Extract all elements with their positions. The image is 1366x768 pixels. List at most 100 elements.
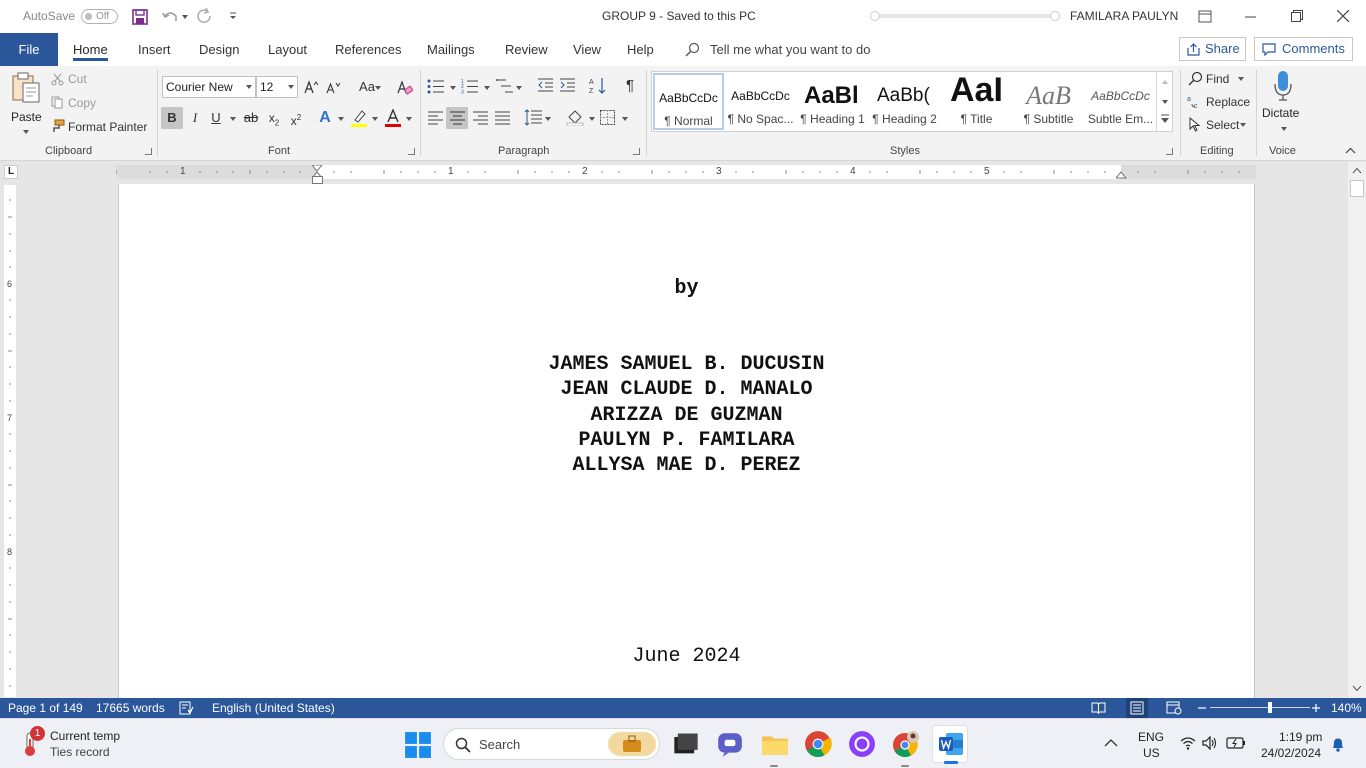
right-indent-marker[interactable]	[1116, 171, 1127, 179]
style-heading-1[interactable]: AaBl ¶ Heading 1	[797, 73, 868, 130]
styles-launcher-icon[interactable]	[1166, 148, 1173, 155]
share-button[interactable]: Share	[1179, 37, 1246, 61]
vertical-scrollbar[interactable]	[1348, 162, 1366, 698]
align-right-icon[interactable]	[473, 111, 488, 125]
zoom-slider[interactable]	[1210, 707, 1310, 708]
file-explorer-icon[interactable]	[761, 730, 789, 758]
scroll-up-icon[interactable]	[1352, 167, 1362, 174]
style-normal[interactable]: AaBbCcDc ¶ Normal	[653, 73, 724, 130]
underline-dropdown-icon[interactable]	[230, 117, 236, 121]
tab-view[interactable]: View	[573, 33, 601, 66]
page-count[interactable]: Page 1 of 149	[8, 701, 83, 715]
font-color-button[interactable]	[382, 107, 404, 129]
style-heading-2[interactable]: AaBb(¶ Heading 2	[869, 73, 940, 130]
zoom-in-icon[interactable]	[1311, 701, 1321, 715]
user-name[interactable]: FAMILARA PAULYN	[1070, 9, 1178, 23]
scroll-thumb[interactable]	[1350, 180, 1364, 197]
task-view-icon[interactable]	[672, 730, 700, 758]
style-subtle-emphasis[interactable]: AaBbCcDc Subtle Em...	[1085, 73, 1156, 130]
strikethrough-button[interactable]: ab	[240, 107, 262, 129]
cut-button[interactable]: Cut	[68, 72, 87, 86]
horizontal-ruler[interactable]: 1 1 2 3 4 5	[116, 165, 1256, 179]
language-indicator[interactable]: ENG US	[1132, 728, 1168, 760]
redo-icon[interactable]	[195, 7, 214, 26]
subscript-button[interactable]: x2	[263, 107, 285, 129]
word-count[interactable]: 17665 words	[96, 701, 165, 715]
grow-font-button[interactable]	[300, 76, 322, 98]
tab-help[interactable]: Help	[627, 33, 654, 66]
tab-file[interactable]: File	[0, 33, 58, 66]
decrease-indent-icon[interactable]	[537, 78, 554, 93]
tab-layout[interactable]: Layout	[268, 33, 307, 66]
tab-mailings[interactable]: Mailings	[427, 33, 475, 66]
undo-icon[interactable]	[161, 8, 179, 26]
change-case-button[interactable]: Aa	[352, 76, 382, 98]
paste-button[interactable]: Paste	[6, 70, 44, 138]
notification-bell-icon[interactable]	[1331, 737, 1345, 752]
language-status[interactable]: English (United States)	[212, 701, 335, 715]
minimize-button[interactable]	[1228, 0, 1274, 33]
battery-icon[interactable]	[1226, 737, 1246, 749]
left-indent-marker[interactable]	[312, 176, 323, 184]
chrome-icon[interactable]	[804, 730, 832, 758]
autosave-toggle[interactable]: Off	[81, 9, 118, 24]
style-subtitle[interactable]: AaB ¶ Subtitle	[1013, 73, 1084, 130]
save-icon[interactable]	[131, 8, 149, 26]
undo-dropdown-icon[interactable]	[182, 15, 188, 19]
line-spacing-icon[interactable]	[524, 109, 542, 126]
highlight-button[interactable]	[348, 107, 370, 129]
title-search-bar[interactable]	[870, 11, 1060, 21]
volume-icon[interactable]	[1202, 736, 1218, 750]
clipboard-launcher-icon[interactable]	[145, 148, 152, 155]
clear-formatting-button[interactable]	[393, 76, 415, 98]
bullets-icon[interactable]	[427, 79, 445, 94]
underline-button[interactable]: U	[205, 107, 227, 129]
text-effects-button[interactable]: A	[314, 107, 336, 129]
align-center-button[interactable]	[446, 107, 468, 129]
replace-button[interactable]: Replace	[1206, 95, 1250, 109]
taskbar-search[interactable]: Search	[443, 728, 660, 760]
styles-more-icon[interactable]	[1161, 114, 1169, 124]
zoom-slider-thumb[interactable]	[1268, 702, 1272, 713]
format-painter-button[interactable]: Format Painter	[68, 120, 147, 134]
find-button[interactable]: Find	[1206, 72, 1229, 86]
show-hidden-icons-icon[interactable]	[1104, 738, 1118, 748]
customize-toolbar-icon[interactable]	[228, 11, 238, 21]
wifi-icon[interactable]	[1180, 736, 1196, 750]
dictate-button[interactable]: Dictate	[1262, 69, 1304, 137]
show-formatting-marks-button[interactable]: ¶	[619, 75, 641, 97]
select-button[interactable]: Select	[1206, 118, 1239, 132]
weather-widget[interactable]: 1 Current temp Ties record	[18, 726, 138, 761]
tab-design[interactable]: Design	[199, 33, 239, 66]
tell-me-search[interactable]: Tell me what you want to do	[710, 33, 870, 66]
windows-start-icon[interactable]	[404, 731, 432, 759]
teams-chat-icon[interactable]	[716, 730, 744, 758]
read-mode-icon[interactable]	[1091, 701, 1106, 715]
italic-button[interactable]: I	[184, 107, 206, 129]
clock[interactable]: 1:19 pm 24/02/2024	[1254, 728, 1330, 760]
tab-references[interactable]: References	[335, 33, 401, 66]
shading-icon[interactable]	[566, 108, 584, 126]
zoom-level[interactable]: 140%	[1331, 701, 1362, 715]
zoom-out-icon[interactable]	[1197, 701, 1207, 715]
sort-icon[interactable]: AZ	[589, 77, 608, 95]
copy-button[interactable]: Copy	[68, 96, 96, 110]
borders-icon[interactable]	[600, 110, 615, 125]
tab-selector[interactable]: L	[4, 165, 18, 179]
proofing-icon[interactable]	[179, 701, 194, 715]
web-layout-icon[interactable]	[1166, 701, 1182, 715]
tab-insert[interactable]: Insert	[138, 33, 171, 66]
increase-indent-icon[interactable]	[559, 78, 576, 93]
style-no-spacing[interactable]: AaBbCcDc ¶ No Spac...	[725, 73, 796, 130]
tab-review[interactable]: Review	[505, 33, 548, 66]
close-button[interactable]	[1320, 0, 1366, 33]
comments-button[interactable]: Comments	[1254, 37, 1353, 61]
word-taskbar-button[interactable]	[932, 725, 968, 764]
styles-scroll[interactable]	[1156, 72, 1172, 131]
scroll-down-icon[interactable]	[1352, 685, 1362, 692]
paragraph-launcher-icon[interactable]	[633, 148, 640, 155]
document-page[interactable]: by JAMES SAMUEL B. DUCUSIN JEAN CLAUDE D…	[118, 184, 1255, 698]
align-left-icon[interactable]	[428, 111, 443, 125]
chrome-profile-icon[interactable]	[892, 730, 920, 758]
bold-button[interactable]: B	[161, 107, 183, 129]
